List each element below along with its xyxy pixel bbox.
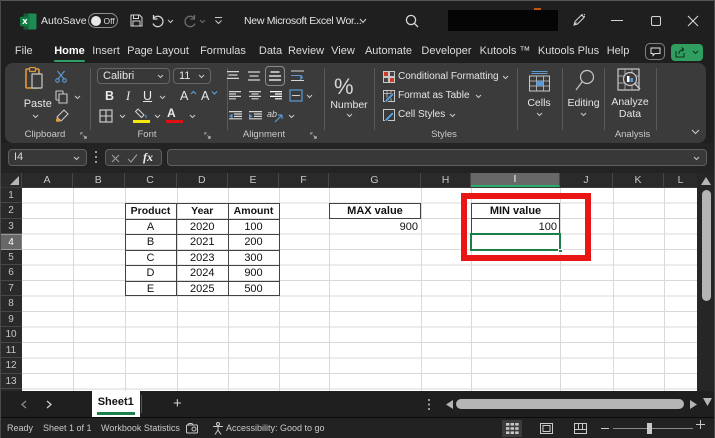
svg-text:ab: ab [267, 109, 277, 119]
